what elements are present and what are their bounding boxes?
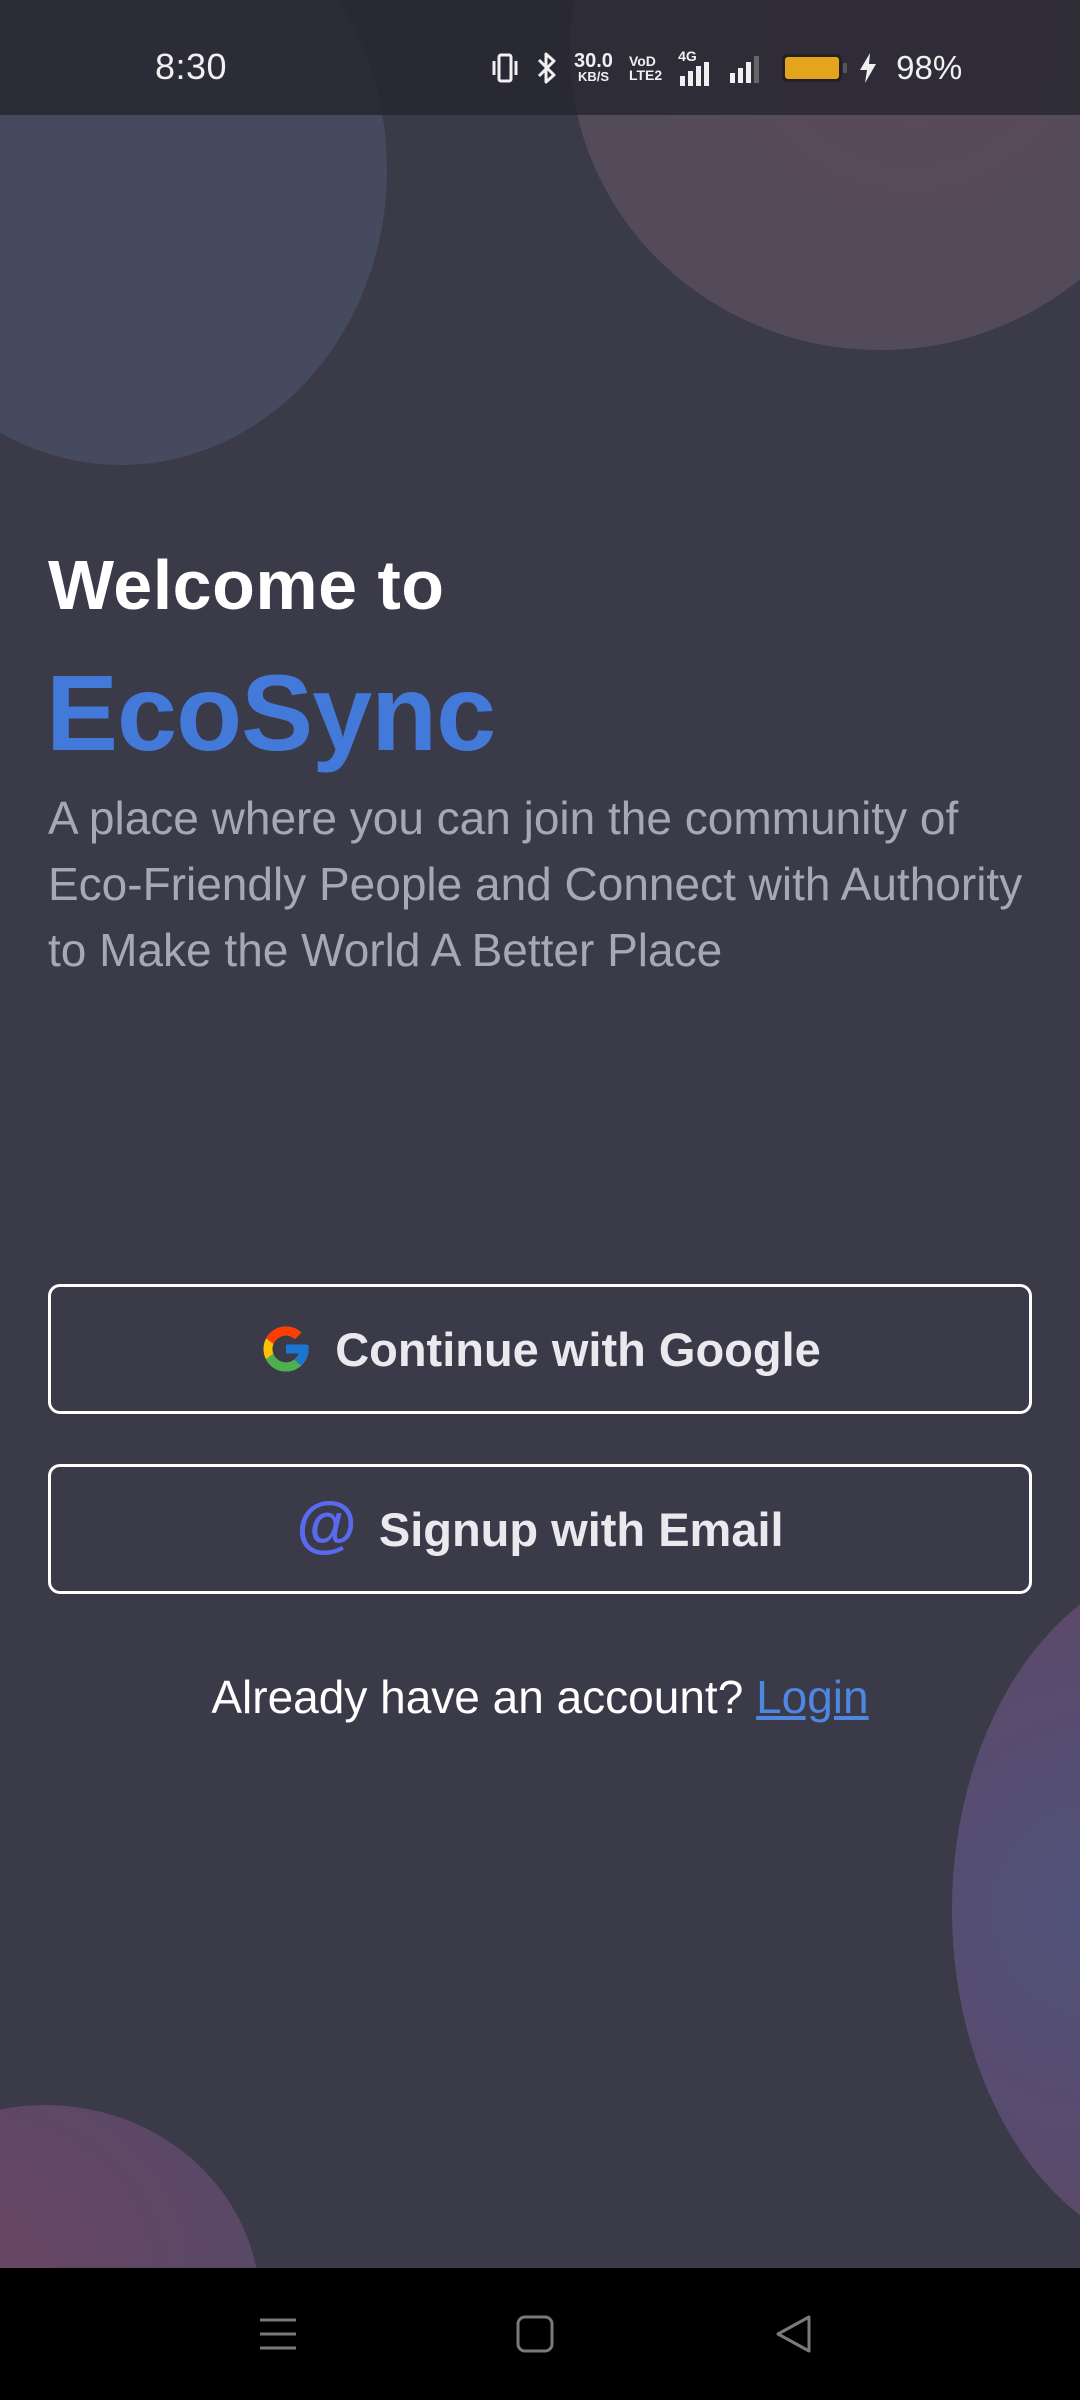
status-bar: 8:30 30.0 KB/S VoD LTE2 4G 98%	[0, 0, 1080, 115]
volte-bottom: LTE2	[628, 67, 663, 83]
home-button[interactable]	[475, 2268, 595, 2400]
net-speed-unit: KB/S	[577, 69, 609, 84]
net-speed-value: 30.0	[574, 50, 613, 72]
network-4g-indicator: 4G	[678, 48, 712, 86]
network-type: 4G	[678, 48, 697, 64]
email-button-label: Signup with Email	[378, 1502, 784, 1556]
battery-percent: 98%	[896, 49, 963, 86]
back-triangle-icon	[776, 2315, 811, 2353]
brand-title: EcoSync	[46, 652, 496, 773]
login-prompt: Already have an account? Login	[0, 1670, 1080, 1724]
decorative-circle-bottom-right	[952, 1560, 1080, 2260]
status-icons: 30.0 KB/S VoD LTE2 4G 98%	[490, 48, 962, 88]
status-time: 8:30	[155, 46, 228, 87]
screen: 8:30 30.0 KB/S VoD LTE2 4G 98% Welcome t…	[0, 0, 1080, 2400]
recent-apps-button[interactable]	[218, 2268, 338, 2400]
continue-with-google-button[interactable]: Continue with Google	[48, 1284, 1032, 1414]
signup-with-email-button[interactable]: @ Signup with Email	[48, 1464, 1032, 1594]
battery-icon	[782, 54, 848, 82]
net-speed: 30.0 KB/S	[574, 50, 613, 84]
google-icon	[263, 1326, 309, 1372]
login-prompt-text: Already have an account?	[211, 1671, 744, 1723]
at-sign-icon: @	[296, 1490, 357, 1559]
tagline: A place where you can join the community…	[48, 792, 1023, 976]
vibrate-icon	[492, 53, 518, 83]
google-button-label: Continue with Google	[335, 1322, 821, 1376]
signal-icon	[680, 62, 710, 86]
navigation-bar	[0, 2268, 1080, 2400]
back-button[interactable]	[733, 2268, 853, 2400]
signal-icon	[730, 56, 760, 83]
volte-indicator: VoD LTE2	[629, 54, 662, 82]
home-square-icon	[516, 2315, 554, 2353]
volte-top: VoD	[628, 53, 656, 69]
welcome-heading: Welcome to	[48, 546, 445, 624]
login-link[interactable]: Login	[756, 1671, 869, 1723]
menu-icon	[260, 2318, 296, 2350]
charging-bolt-icon	[860, 53, 877, 83]
bluetooth-icon	[537, 52, 556, 84]
